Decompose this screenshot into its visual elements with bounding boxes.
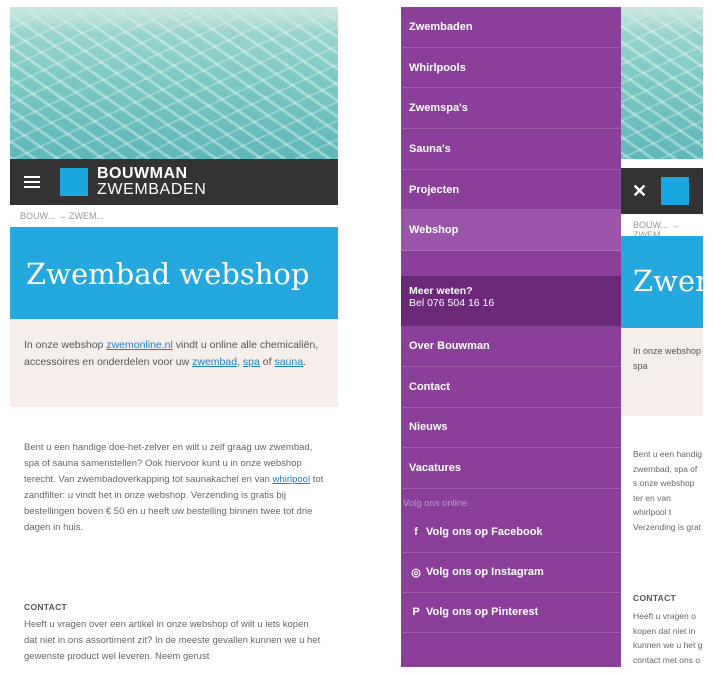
spa-link[interactable]: spa	[243, 356, 260, 368]
intro-text: In onze webshop	[24, 339, 107, 351]
meer-weten-block[interactable]: Meer weten? Bel 076 504 16 16	[401, 276, 621, 327]
contact-paragraph: Heeft u vragen o kopen dat niet in kunne…	[633, 611, 703, 665]
social-label: Volg ons op Facebook	[426, 526, 543, 539]
logo[interactable]: BOUWMAN ZWEMBADEN	[97, 166, 206, 198]
body-paragraph: Bent u een handig zwembad, spa of s onze…	[633, 449, 703, 537]
intro-box: In onze webshop chemicaliën, ac zwembad,…	[621, 328, 703, 416]
menu-item-projecten[interactable]: Projecten	[401, 170, 621, 211]
intro-box: In onze webshop zwemonline.nl vindt u on…	[10, 319, 338, 407]
whirlpool-link[interactable]: whirlpool	[273, 474, 311, 485]
hamburger-icon[interactable]	[24, 173, 40, 191]
site-header: BOUWMAN ZWEMBADEN	[10, 159, 338, 205]
phone-number[interactable]: Bel 076 504 16 16	[409, 297, 613, 309]
contact-heading: CONTACT	[24, 602, 68, 612]
contact-paragraph: Heeft u vragen over een artikel in onze …	[24, 619, 321, 662]
social-facebook[interactable]: f Volg ons op Facebook	[401, 513, 621, 553]
menu-item-webshop[interactable]: Webshop	[401, 210, 621, 252]
logo-line-1: BOUWMAN	[97, 165, 188, 182]
menu-spacer	[401, 251, 621, 276]
pinterest-icon: P	[412, 606, 420, 619]
breadcrumb[interactable]: BOUW... → ZWEM...	[10, 205, 338, 227]
hero-pool-image	[10, 7, 338, 159]
meer-weten-title: Meer weten?	[409, 285, 473, 298]
separator: .	[303, 356, 306, 368]
body-paragraph: Bent u een handige doe-het-zelver en wil…	[24, 440, 324, 536]
menu-item-nieuws[interactable]: Nieuws	[401, 408, 621, 449]
contact-heading: CONTACT	[633, 593, 677, 603]
webshop-link[interactable]: zwemonline.nl	[106, 339, 173, 351]
page-behind-menu: ✕ BOUW... → ZWEM... Zwem In onze webshop…	[621, 7, 703, 667]
mobile-page-screen: BOUWMAN ZWEMBADEN BOUW... → ZWEM... Zwem…	[10, 7, 338, 667]
menu-item-saunas[interactable]: Sauna's	[401, 129, 621, 170]
close-icon[interactable]: ✕	[632, 181, 647, 202]
social-label: Volg ons op Pinterest	[426, 606, 539, 619]
logo-line-2: ZWEMBADEN	[97, 181, 207, 198]
separator: of	[259, 356, 275, 368]
logo-mark[interactable]	[60, 168, 88, 196]
menu-item-whirlpools[interactable]: Whirlpools	[401, 48, 621, 89]
navigation-menu: Zwembaden Whirlpools Zwemspa's Sauna's P…	[401, 7, 621, 667]
menu-item-contact[interactable]: Contact	[401, 367, 621, 408]
menu-item-zwemspas[interactable]: Zwemspa's	[401, 88, 621, 130]
instagram-icon: ◎	[411, 566, 421, 579]
follow-label: Volg ons online	[403, 497, 468, 509]
menu-item-vacatures[interactable]: Vacatures	[401, 448, 621, 489]
zwembad-link[interactable]: zwembad	[192, 356, 237, 368]
sauna-link[interactable]: sauna	[274, 356, 303, 368]
logo-mark[interactable]	[661, 177, 690, 205]
menu-item-zwembaden[interactable]: Zwembaden	[401, 7, 621, 48]
social-pinterest[interactable]: P Volg ons op Pinterest	[401, 593, 621, 633]
site-header: ✕	[621, 168, 703, 214]
body-text: Bent u een handige doe-het-zelver en wil…	[24, 442, 313, 485]
page-title: Zwembad webshop	[10, 227, 338, 319]
social-instagram[interactable]: ◎ Volg ons op Instagram	[401, 553, 621, 593]
hero-pool-image	[621, 7, 703, 159]
page-title: Zwem	[621, 236, 703, 328]
mobile-menu-screen: ✕ BOUW... → ZWEM... Zwem In onze webshop…	[401, 7, 703, 667]
breadcrumb[interactable]: BOUW... → ZWEM...	[621, 214, 703, 240]
social-label: Volg ons op Instagram	[426, 566, 544, 579]
facebook-icon: f	[414, 526, 418, 539]
menu-item-over-bouwman[interactable]: Over Bouwman	[401, 326, 621, 367]
